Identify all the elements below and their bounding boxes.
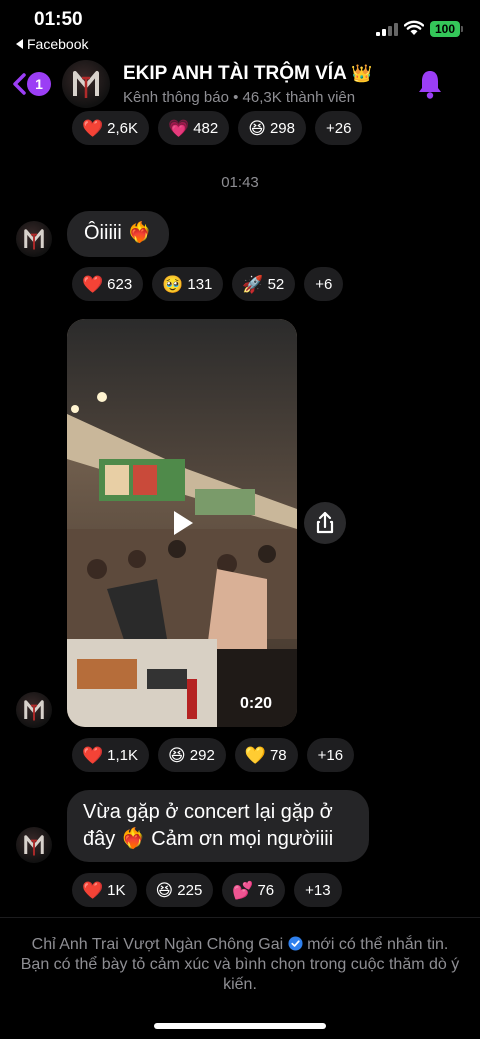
unread-badge[interactable]: 1 bbox=[27, 72, 51, 96]
reactions-row: ❤️ 623 🥹 131 🚀 52 +6 bbox=[72, 267, 344, 301]
reaction-count: 2,6K bbox=[107, 119, 139, 137]
share-button[interactable] bbox=[304, 502, 346, 544]
clock: 01:50 bbox=[34, 9, 83, 30]
reaction-count: 623 bbox=[107, 275, 133, 293]
reaction-pill[interactable]: ❤️ 1,1K bbox=[72, 738, 150, 772]
reaction-pill[interactable]: 💗 482 bbox=[158, 111, 230, 145]
reaction-emoji: 😆 bbox=[248, 118, 266, 138]
reaction-emoji: 😆 bbox=[155, 880, 174, 900]
reaction-count: +13 bbox=[305, 881, 331, 899]
reactions-row: ❤️ 1K 😆 225 💕 76 +13 bbox=[72, 873, 342, 907]
crown-emoji: 👑 bbox=[351, 64, 373, 83]
reaction-count: 225 bbox=[177, 881, 203, 899]
message-bubble[interactable]: Vừa gặp ở concert lại gặp ở đây ❤️‍🔥 Cảm… bbox=[67, 790, 369, 862]
channel-subtitle: Kênh thông báo • 46,3K thành viên bbox=[123, 89, 356, 106]
reaction-emoji: 🥹 bbox=[162, 274, 184, 294]
reaction-count: +6 bbox=[315, 275, 333, 293]
message-timestamp: 01:43 bbox=[221, 174, 259, 191]
home-indicator[interactable] bbox=[154, 1023, 326, 1029]
sender-avatar[interactable] bbox=[16, 827, 52, 863]
message-bubble[interactable]: Ôiiiii ❤️‍🔥 bbox=[67, 211, 170, 257]
status-bar: 01:50 Facebook 100 bbox=[0, 0, 480, 58]
back-triangle-icon bbox=[16, 39, 23, 49]
channel-logo-icon bbox=[24, 229, 44, 250]
channel-avatar[interactable] bbox=[62, 60, 110, 108]
reactions-row: ❤️ 1,1K 😆 292 💛 78 +16 bbox=[72, 738, 355, 772]
reaction-pill[interactable]: 💛 78 bbox=[234, 738, 298, 772]
video-duration: 0:20 bbox=[240, 695, 273, 712]
reaction-count: 131 bbox=[187, 275, 213, 293]
reaction-emoji: ❤️ bbox=[82, 274, 104, 294]
reactions-row-previous: ❤️ 2,6K 💗 482 😆 298 +26 bbox=[72, 111, 363, 145]
signal-icon bbox=[376, 22, 398, 36]
bell-icon[interactable] bbox=[416, 68, 444, 100]
composer-restriction-note: Chỉ Anh Trai Vượt Ngàn Chông Gai mới có … bbox=[20, 935, 460, 995]
reaction-pill[interactable]: 😆 225 bbox=[145, 873, 214, 907]
reaction-emoji: 🚀 bbox=[242, 274, 264, 294]
admin-name: Chỉ Anh Trai Vượt Ngàn Chông Gai bbox=[31, 936, 284, 953]
reaction-pill[interactable]: ❤️ 2,6K bbox=[72, 111, 150, 145]
reaction-emoji: ❤️ bbox=[82, 745, 104, 765]
reaction-pill[interactable]: 💕 76 bbox=[222, 873, 286, 907]
reaction-pill[interactable]: 🥹 131 bbox=[152, 267, 224, 301]
sender-avatar[interactable] bbox=[16, 221, 52, 257]
reaction-emoji: ❤️ bbox=[82, 118, 104, 138]
reaction-pill[interactable]: ❤️ 623 bbox=[72, 267, 144, 301]
channel-name: EKIP ANH TÀI TRỘM VÍA bbox=[123, 63, 347, 84]
sender-avatar[interactable] bbox=[16, 692, 52, 728]
more-reactions-pill[interactable]: +13 bbox=[294, 873, 342, 907]
reaction-count: 298 bbox=[269, 119, 295, 137]
share-icon bbox=[316, 511, 334, 534]
channel-title[interactable]: EKIP ANH TÀI TRỘM VÍA 👑 bbox=[123, 63, 373, 85]
reaction-emoji: 😆 bbox=[168, 745, 186, 765]
reaction-pill[interactable]: 😆 292 bbox=[158, 738, 226, 772]
more-reactions-pill[interactable]: +6 bbox=[304, 267, 344, 301]
channel-logo-icon bbox=[24, 700, 44, 721]
wifi-icon bbox=[404, 20, 424, 35]
verified-icon bbox=[288, 936, 303, 951]
channel-logo-icon bbox=[24, 835, 44, 856]
reaction-emoji: 💕 bbox=[232, 880, 254, 900]
reaction-pill[interactable]: 😆 298 bbox=[238, 111, 306, 145]
back-app-label: Facebook bbox=[27, 36, 89, 52]
battery-icon: 100 bbox=[430, 21, 463, 37]
back-to-facebook-link[interactable]: Facebook bbox=[16, 36, 88, 52]
reaction-pill[interactable]: ❤️ 1K bbox=[72, 873, 137, 907]
reaction-count: 78 bbox=[269, 746, 287, 764]
reaction-count: 76 bbox=[257, 881, 275, 899]
message-text-line: đây ❤️‍🔥 Cảm ơn mọi ngườiiii bbox=[83, 828, 334, 850]
divider bbox=[0, 917, 480, 918]
play-icon[interactable] bbox=[167, 508, 197, 538]
more-reactions-pill[interactable]: +16 bbox=[306, 738, 355, 772]
channel-header: 1 EKIP ANH TÀI TRỘM VÍA 👑 Kênh thông báo… bbox=[0, 58, 480, 110]
reaction-count: 1,1K bbox=[107, 746, 139, 764]
reaction-count: +16 bbox=[317, 746, 344, 764]
reaction-count: 482 bbox=[193, 119, 219, 137]
reaction-count: 292 bbox=[189, 746, 215, 764]
reaction-count: +26 bbox=[326, 119, 352, 137]
reaction-emoji: 💛 bbox=[244, 745, 266, 765]
reaction-count: 52 bbox=[267, 275, 285, 293]
reaction-emoji: ❤️ bbox=[82, 880, 104, 900]
more-reactions-pill[interactable]: +26 bbox=[315, 111, 363, 145]
channel-logo-icon bbox=[73, 71, 99, 98]
message-text-line: Vừa gặp ở concert lại gặp ở bbox=[83, 801, 333, 823]
reaction-count: 1K bbox=[107, 881, 126, 899]
reaction-pill[interactable]: 🚀 52 bbox=[232, 267, 296, 301]
reaction-emoji: 💗 bbox=[168, 118, 190, 138]
